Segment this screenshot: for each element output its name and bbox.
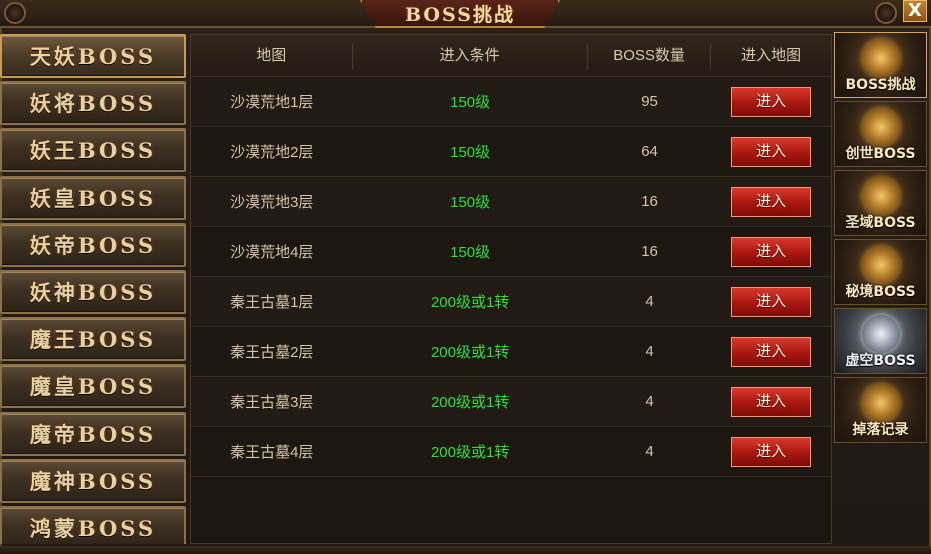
header-requirement: 进入条件: [353, 42, 588, 69]
enter-button[interactable]: 进入: [731, 136, 812, 167]
category-label: 妖帝BOSS: [29, 232, 157, 258]
header-boss-count: BOSS数量: [588, 42, 712, 69]
void-emblem-icon: [862, 315, 900, 353]
category-hongmeng-boss[interactable]: 鸿蒙BOSS: [0, 505, 186, 544]
category-label: 妖皇BOSS: [29, 185, 157, 211]
genesis-emblem-icon: [862, 108, 900, 146]
boss-challenge-emblem-icon: [862, 39, 900, 77]
tab-genesis-boss[interactable]: 创世BOSS: [834, 101, 927, 167]
secret-realm-emblem-icon: [862, 246, 900, 284]
corner-ornament-icon: [875, 2, 897, 24]
enter-button[interactable]: 进入: [731, 386, 812, 417]
tab-label: 圣域BOSS: [845, 215, 916, 231]
entry-requirement: 200级或1转: [430, 344, 510, 361]
category-label: 天妖BOSS: [29, 44, 157, 69]
sanctum-emblem-icon: [862, 177, 900, 215]
tab-boss-challenge[interactable]: BOSS挑战: [834, 32, 927, 98]
boss-count: 16: [641, 193, 658, 210]
table-row: 沙漠荒地3层 150级 16 进入: [191, 177, 831, 227]
category-label: 鸿蒙BOSS: [29, 515, 157, 541]
boss-count: 4: [645, 343, 654, 360]
map-name: 秦王古墓1层: [230, 294, 314, 311]
entry-requirement: 150级: [450, 94, 491, 111]
table-body: 沙漠荒地1层 150级 95 进入 沙漠荒地2层 150级 64 进入 沙漠荒地…: [191, 77, 831, 477]
entry-requirement: 150级: [450, 144, 491, 161]
boss-count: 64: [641, 143, 658, 160]
category-label: 魔王BOSS: [29, 327, 157, 353]
enter-button[interactable]: 进入: [731, 236, 812, 267]
table-row: 沙漠荒地2层 150级 64 进入: [191, 127, 831, 177]
header-enter-map: 进入地图: [741, 46, 802, 64]
tab-label: BOSS挑战: [845, 77, 916, 93]
map-name: 沙漠荒地2层: [230, 144, 314, 161]
tab-sanctum-boss[interactable]: 圣域BOSS: [834, 170, 927, 236]
map-name: 秦王古墓3层: [230, 394, 314, 411]
table-header: 地图 进入条件 BOSS数量 进入地图: [191, 35, 831, 77]
boss-count: 4: [645, 393, 654, 410]
table-row: 秦王古墓3层 200级或1转 4 进入: [191, 377, 831, 427]
entry-requirement: 200级或1转: [430, 294, 510, 311]
tab-label: 虚空BOSS: [845, 353, 916, 369]
category-yaowang-boss[interactable]: 妖王BOSS: [0, 128, 186, 173]
category-yaodi-boss[interactable]: 妖帝BOSS: [0, 222, 186, 267]
map-name: 沙漠荒地1层: [230, 94, 314, 111]
map-name: 秦王古墓4层: [230, 444, 314, 461]
category-mohuang-boss[interactable]: 魔皇BOSS: [0, 364, 186, 409]
enter-button[interactable]: 进入: [731, 186, 812, 217]
boss-count: 4: [645, 443, 654, 460]
tab-label: 创世BOSS: [845, 146, 916, 162]
boss-count: 4: [645, 293, 654, 310]
map-name: 秦王古墓2层: [230, 344, 314, 361]
category-yaojiang-boss[interactable]: 妖将BOSS: [0, 81, 186, 126]
category-label: 妖将BOSS: [29, 91, 157, 117]
boss-category-menu: 天妖BOSS 妖将BOSS 妖王BOSS 妖皇BOSS 妖帝BOSS 妖神BOS…: [0, 34, 188, 544]
map-name: 沙漠荒地3层: [230, 194, 314, 211]
close-button[interactable]: X: [903, 0, 927, 22]
category-modi-boss[interactable]: 魔帝BOSS: [0, 411, 186, 456]
tab-label: 秘境BOSS: [845, 284, 916, 300]
title-badge: BOSS挑战: [360, 0, 560, 28]
tab-label: 掉落记录: [852, 422, 909, 438]
boss-count: 16: [641, 243, 658, 260]
category-yaohuang-boss[interactable]: 妖皇BOSS: [0, 175, 186, 220]
category-yaoshen-boss[interactable]: 妖神BOSS: [0, 269, 186, 314]
category-label: 魔神BOSS: [29, 468, 157, 494]
tab-secret-realm-boss[interactable]: 秘境BOSS: [834, 239, 927, 305]
enter-button[interactable]: 进入: [731, 436, 812, 467]
table-row: 秦王古墓1层 200级或1转 4 进入: [191, 277, 831, 327]
map-name: 沙漠荒地4层: [230, 244, 314, 261]
tab-drop-record[interactable]: 掉落记录: [834, 377, 927, 443]
corner-ornament-icon: [4, 2, 26, 24]
table-row: 沙漠荒地1层 150级 95 进入: [191, 77, 831, 127]
enter-button[interactable]: 进入: [731, 336, 812, 367]
category-tianyao-boss[interactable]: 天妖BOSS: [0, 34, 186, 78]
window-title: BOSS挑战: [405, 3, 515, 26]
table-row: 秦王古墓2层 200级或1转 4 进入: [191, 327, 831, 377]
category-mowang-boss[interactable]: 魔王BOSS: [0, 317, 186, 362]
entry-requirement: 150级: [450, 244, 491, 261]
title-bar: BOSS挑战 X: [0, 0, 931, 28]
header-map: 地图: [191, 42, 353, 69]
table-row: 秦王古墓4层 200级或1转 4 进入: [191, 427, 831, 477]
category-moshen-boss[interactable]: 魔神BOSS: [0, 458, 186, 503]
entry-requirement: 150级: [450, 194, 491, 211]
bottom-border: [0, 546, 931, 554]
entry-requirement: 200级或1转: [430, 444, 510, 461]
entry-requirement: 200级或1转: [430, 394, 510, 411]
category-label: 妖神BOSS: [29, 279, 157, 305]
boss-type-tabs: BOSS挑战 创世BOSS 圣域BOSS 秘境BOSS 虚空BOSS 掉落记录: [834, 32, 927, 444]
category-label: 魔皇BOSS: [29, 374, 157, 400]
drop-record-scroll-icon: [862, 384, 900, 422]
table-row: 沙漠荒地4层 150级 16 进入: [191, 227, 831, 277]
category-label: 魔帝BOSS: [29, 421, 157, 447]
enter-button[interactable]: 进入: [731, 86, 812, 117]
category-label: 妖王BOSS: [29, 138, 157, 164]
boss-count: 95: [641, 93, 658, 110]
tab-void-boss[interactable]: 虚空BOSS: [834, 308, 927, 374]
enter-button[interactable]: 进入: [731, 286, 812, 317]
boss-map-table: 地图 进入条件 BOSS数量 进入地图 沙漠荒地1层 150级 95 进入 沙漠…: [190, 34, 832, 544]
